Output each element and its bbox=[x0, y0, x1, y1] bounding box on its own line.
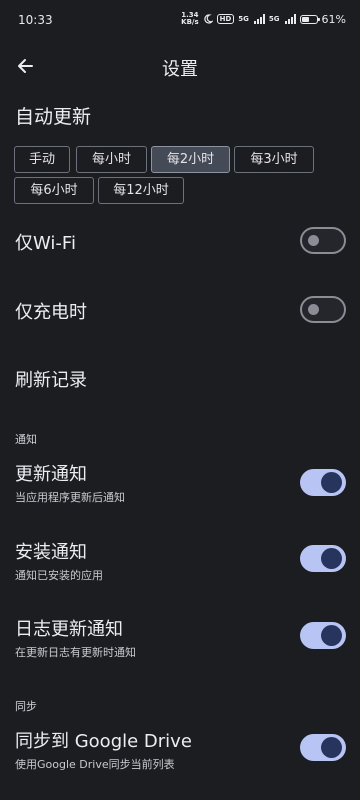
refresh-log-row[interactable]: 刷新记录 bbox=[0, 358, 360, 398]
install-notification-row[interactable]: 安装通知 通知已安装的应用 bbox=[0, 534, 360, 586]
wifi-only-toggle[interactable] bbox=[300, 227, 346, 254]
google-drive-sync-toggle[interactable] bbox=[300, 734, 346, 761]
battery-percent: 61% bbox=[321, 12, 346, 26]
install-notification-title: 安装通知 bbox=[15, 542, 87, 563]
update-notification-subtitle: 当应用程序更新后通知 bbox=[15, 491, 125, 504]
auto-update-title: 自动更新 bbox=[15, 106, 92, 128]
charging-only-title: 仅充电时 bbox=[15, 302, 87, 323]
settings-screen: 10:33 1.34 KB/s HD 5G 5G 61% 设置 自动更新 手动 … bbox=[0, 0, 360, 800]
notifications-category: 通知 bbox=[15, 433, 37, 446]
status-time: 10:33 bbox=[18, 13, 53, 27]
wifi-only-title: 仅Wi-Fi bbox=[15, 233, 76, 254]
sim2-label: 5G bbox=[268, 15, 280, 23]
charging-only-row[interactable]: 仅充电时 bbox=[0, 290, 360, 330]
chip-hourly[interactable]: 每小时 bbox=[76, 146, 147, 173]
chip-every-6-hours[interactable]: 每6小时 bbox=[14, 177, 94, 204]
chip-every-3-hours[interactable]: 每3小时 bbox=[234, 146, 314, 173]
wifi-only-row[interactable]: 仅Wi-Fi bbox=[0, 222, 360, 262]
google-drive-sync-title: 同步到 Google Drive bbox=[15, 731, 192, 752]
google-drive-sync-subtitle: 使用Google Drive同步当前列表 bbox=[15, 758, 175, 771]
charging-only-toggle[interactable] bbox=[300, 296, 346, 323]
install-notification-subtitle: 通知已安装的应用 bbox=[15, 569, 103, 582]
chip-every-2-hours[interactable]: 每2小时 bbox=[151, 146, 230, 173]
changelog-notification-toggle[interactable] bbox=[300, 622, 346, 649]
page-title: 设置 bbox=[162, 59, 198, 80]
signal-icon bbox=[253, 14, 265, 24]
chip-manual[interactable]: 手动 bbox=[14, 146, 70, 173]
refresh-log-title: 刷新记录 bbox=[15, 370, 87, 391]
changelog-notification-subtitle: 在更新日志有更新时通知 bbox=[15, 646, 136, 659]
signal-icon bbox=[284, 14, 296, 24]
network-speed: 1.34 KB/s bbox=[181, 11, 199, 26]
google-drive-sync-row[interactable]: 同步到 Google Drive 使用Google Drive同步当前列表 bbox=[0, 723, 360, 775]
status-bar: 10:33 1.34 KB/s HD 5G 5G 61% bbox=[0, 0, 360, 40]
app-bar: 设置 bbox=[0, 44, 360, 88]
update-notification-row[interactable]: 更新通知 当应用程序更新后通知 bbox=[0, 456, 360, 508]
changelog-notification-title: 日志更新通知 bbox=[15, 619, 123, 640]
sync-category: 同步 bbox=[15, 700, 37, 713]
update-notification-title: 更新通知 bbox=[15, 464, 87, 485]
battery-icon bbox=[299, 14, 320, 24]
moon-icon bbox=[204, 14, 213, 24]
status-icons: 1.34 KB/s HD 5G 5G 61% bbox=[181, 12, 346, 26]
install-notification-toggle[interactable] bbox=[300, 545, 346, 572]
sim1-label: 5G bbox=[238, 15, 249, 23]
hd-badge: HD bbox=[216, 14, 235, 24]
changelog-notification-row[interactable]: 日志更新通知 在更新日志有更新时通知 bbox=[0, 611, 360, 663]
battery-fill bbox=[301, 16, 309, 22]
update-notification-toggle[interactable] bbox=[300, 469, 346, 496]
chip-every-12-hours[interactable]: 每12小时 bbox=[98, 177, 184, 204]
